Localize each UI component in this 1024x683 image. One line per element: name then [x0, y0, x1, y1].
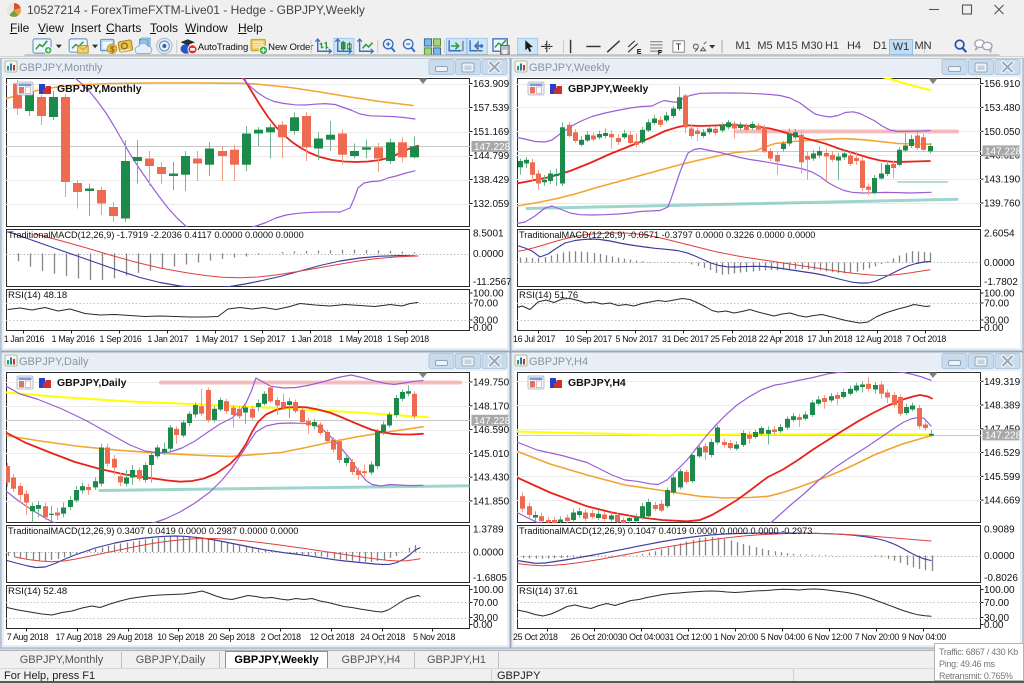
svg-text:70.00: 70.00 [473, 299, 498, 310]
svg-text:2 Oct 2018: 2 Oct 2018 [261, 632, 301, 642]
svg-text:1 Nov 20:00: 1 Nov 20:00 [714, 632, 759, 642]
svg-text:7 Nov 20:00: 7 Nov 20:00 [855, 632, 900, 642]
svg-text:20 Sep 2018: 20 Sep 2018 [208, 632, 255, 642]
svg-text:149.750: 149.750 [473, 378, 510, 389]
svg-text:GBPJPY,Monthly: GBPJPY,Monthly [57, 83, 142, 95]
svg-text:1 Jan 2018: 1 Jan 2018 [291, 334, 332, 344]
svg-text:143.190: 143.190 [984, 175, 1021, 186]
svg-text:30 Oct 04:00: 30 Oct 04:00 [618, 632, 665, 642]
svg-text:-0.8026: -0.8026 [984, 573, 1018, 584]
svg-text:-1.7802: -1.7802 [984, 277, 1018, 288]
svg-text:2.6054: 2.6054 [984, 229, 1015, 240]
svg-text:145.599: 145.599 [984, 472, 1021, 483]
svg-text:0.00: 0.00 [473, 323, 493, 334]
svg-text:TraditionalMACD(12,26,9) -0.05: TraditionalMACD(12,26,9) -0.0571 -0.3797… [519, 230, 815, 240]
svg-text:0.0000: 0.0000 [984, 551, 1015, 562]
svg-text:8.5001: 8.5001 [473, 229, 504, 240]
svg-text:138.429: 138.429 [473, 175, 510, 186]
svg-text:17 Aug 2018: 17 Aug 2018 [56, 632, 103, 642]
svg-text:70.00: 70.00 [984, 299, 1009, 310]
svg-text:29 Aug 2018: 29 Aug 2018 [106, 632, 153, 642]
svg-text:RSI(14) 48.18: RSI(14) 48.18 [8, 290, 67, 301]
svg-text:12 Aug 2018: 12 Aug 2018 [856, 334, 903, 344]
svg-text:156.910: 156.910 [984, 79, 1021, 90]
svg-text:GBPJPY,Daily: GBPJPY,Daily [57, 377, 127, 389]
svg-text:1 Sep 2017: 1 Sep 2017 [243, 334, 285, 344]
svg-text:7 Oct 2018: 7 Oct 2018 [906, 334, 946, 344]
svg-text:163.909: 163.909 [473, 79, 510, 90]
svg-text:16 Jul 2017: 16 Jul 2017 [513, 334, 556, 344]
svg-text:24 Oct 2018: 24 Oct 2018 [360, 632, 405, 642]
svg-text:1.3789: 1.3789 [473, 525, 504, 536]
svg-text:TraditionalMACD(12,26,9) -1.79: TraditionalMACD(12,26,9) -1.7919 -2.2036… [8, 230, 304, 240]
svg-text:31 Oct 12:00: 31 Oct 12:00 [665, 632, 712, 642]
svg-text:0.00: 0.00 [984, 620, 1004, 631]
svg-text:5 Nov 2018: 5 Nov 2018 [413, 632, 455, 642]
svg-text:5 Nov 2017: 5 Nov 2017 [616, 334, 658, 344]
svg-text:100.00: 100.00 [984, 585, 1015, 596]
svg-text:7 Aug 2018: 7 Aug 2018 [7, 632, 49, 642]
svg-text:1 May 2018: 1 May 2018 [339, 334, 382, 344]
svg-text:26 Oct 20:00: 26 Oct 20:00 [571, 632, 618, 642]
svg-text:70.00: 70.00 [984, 598, 1009, 609]
svg-text:147.228: 147.228 [474, 142, 511, 153]
svg-text:0.00: 0.00 [984, 323, 1004, 334]
svg-text:RSI(14) 51.76: RSI(14) 51.76 [519, 290, 578, 301]
svg-text:31 Dec 2017: 31 Dec 2017 [662, 334, 709, 344]
svg-text:150.050: 150.050 [984, 127, 1021, 138]
svg-text:1 Sep 2016: 1 Sep 2016 [100, 334, 142, 344]
svg-text:5 Nov 04:00: 5 Nov 04:00 [761, 632, 806, 642]
svg-text:GBPJPY,Daily: GBPJPY,Daily [19, 356, 89, 368]
svg-text:132.059: 132.059 [473, 199, 510, 210]
svg-text:0.0000: 0.0000 [473, 249, 504, 260]
svg-text:0.0000: 0.0000 [473, 548, 504, 559]
svg-text:141.850: 141.850 [473, 497, 510, 508]
svg-text:1 Jan 2017: 1 Jan 2017 [147, 334, 188, 344]
svg-text:139.760: 139.760 [984, 199, 1021, 210]
svg-text:157.539: 157.539 [473, 103, 510, 114]
svg-text:-11.2567: -11.2567 [473, 277, 512, 288]
svg-text:0.9089: 0.9089 [984, 525, 1015, 536]
svg-text:151.169: 151.169 [473, 127, 510, 138]
svg-text:12 Oct 2018: 12 Oct 2018 [310, 632, 355, 642]
svg-text:144.669: 144.669 [984, 496, 1021, 507]
svg-text:100.00: 100.00 [473, 585, 504, 596]
svg-text:147.228: 147.228 [985, 430, 1022, 441]
svg-text:1 May 2017: 1 May 2017 [195, 334, 238, 344]
svg-text:147.228: 147.228 [474, 416, 511, 427]
svg-text:153.480: 153.480 [984, 103, 1021, 114]
svg-text:9 Nov 04:00: 9 Nov 04:00 [902, 632, 947, 642]
svg-text:148.170: 148.170 [473, 401, 510, 412]
svg-text:0.0000: 0.0000 [984, 258, 1015, 269]
svg-text:148.389: 148.389 [984, 401, 1021, 412]
svg-text:25 Oct 2018: 25 Oct 2018 [513, 632, 558, 642]
svg-text:GBPJPY,H4: GBPJPY,H4 [568, 377, 626, 389]
svg-text:RSI(14) 37.61: RSI(14) 37.61 [519, 586, 578, 597]
svg-text:146.529: 146.529 [984, 448, 1021, 459]
svg-text:70.00: 70.00 [473, 598, 498, 609]
svg-text:1 Jan 2016: 1 Jan 2016 [4, 334, 45, 344]
svg-text:145.010: 145.010 [473, 449, 510, 460]
svg-text:143.430: 143.430 [473, 473, 510, 484]
svg-text:6 Nov 12:00: 6 Nov 12:00 [808, 632, 853, 642]
svg-text:149.319: 149.319 [984, 377, 1021, 388]
svg-text:GBPJPY,Monthly: GBPJPY,Monthly [19, 62, 103, 74]
svg-text:25 Feb 2018: 25 Feb 2018 [710, 334, 757, 344]
svg-text:RSI(14) 52.48: RSI(14) 52.48 [8, 586, 67, 597]
svg-text:GBPJPY,Weekly: GBPJPY,Weekly [529, 62, 610, 74]
svg-text:1 Sep 2018: 1 Sep 2018 [387, 334, 429, 344]
svg-text:17 Jun 2018: 17 Jun 2018 [807, 334, 853, 344]
svg-text:0.00: 0.00 [473, 620, 493, 631]
svg-text:GBPJPY,H4: GBPJPY,H4 [529, 356, 588, 368]
svg-text:TraditionalMACD(12,26,9) 0.104: TraditionalMACD(12,26,9) 0.1047 0.4019 0… [519, 526, 812, 536]
svg-text:10 Sep 2017: 10 Sep 2017 [565, 334, 612, 344]
svg-text:GBPJPY,Weekly: GBPJPY,Weekly [568, 83, 649, 95]
svg-text:TraditionalMACD(12,26,9) 0.340: TraditionalMACD(12,26,9) 0.3407 0.0419 0… [8, 526, 298, 536]
svg-text:147.228: 147.228 [985, 146, 1022, 157]
svg-text:1 May 2016: 1 May 2016 [52, 334, 95, 344]
svg-text:22 Apr 2018: 22 Apr 2018 [759, 334, 804, 344]
svg-text:-1.6805: -1.6805 [473, 573, 507, 584]
svg-text:10 Sep 2018: 10 Sep 2018 [157, 632, 204, 642]
